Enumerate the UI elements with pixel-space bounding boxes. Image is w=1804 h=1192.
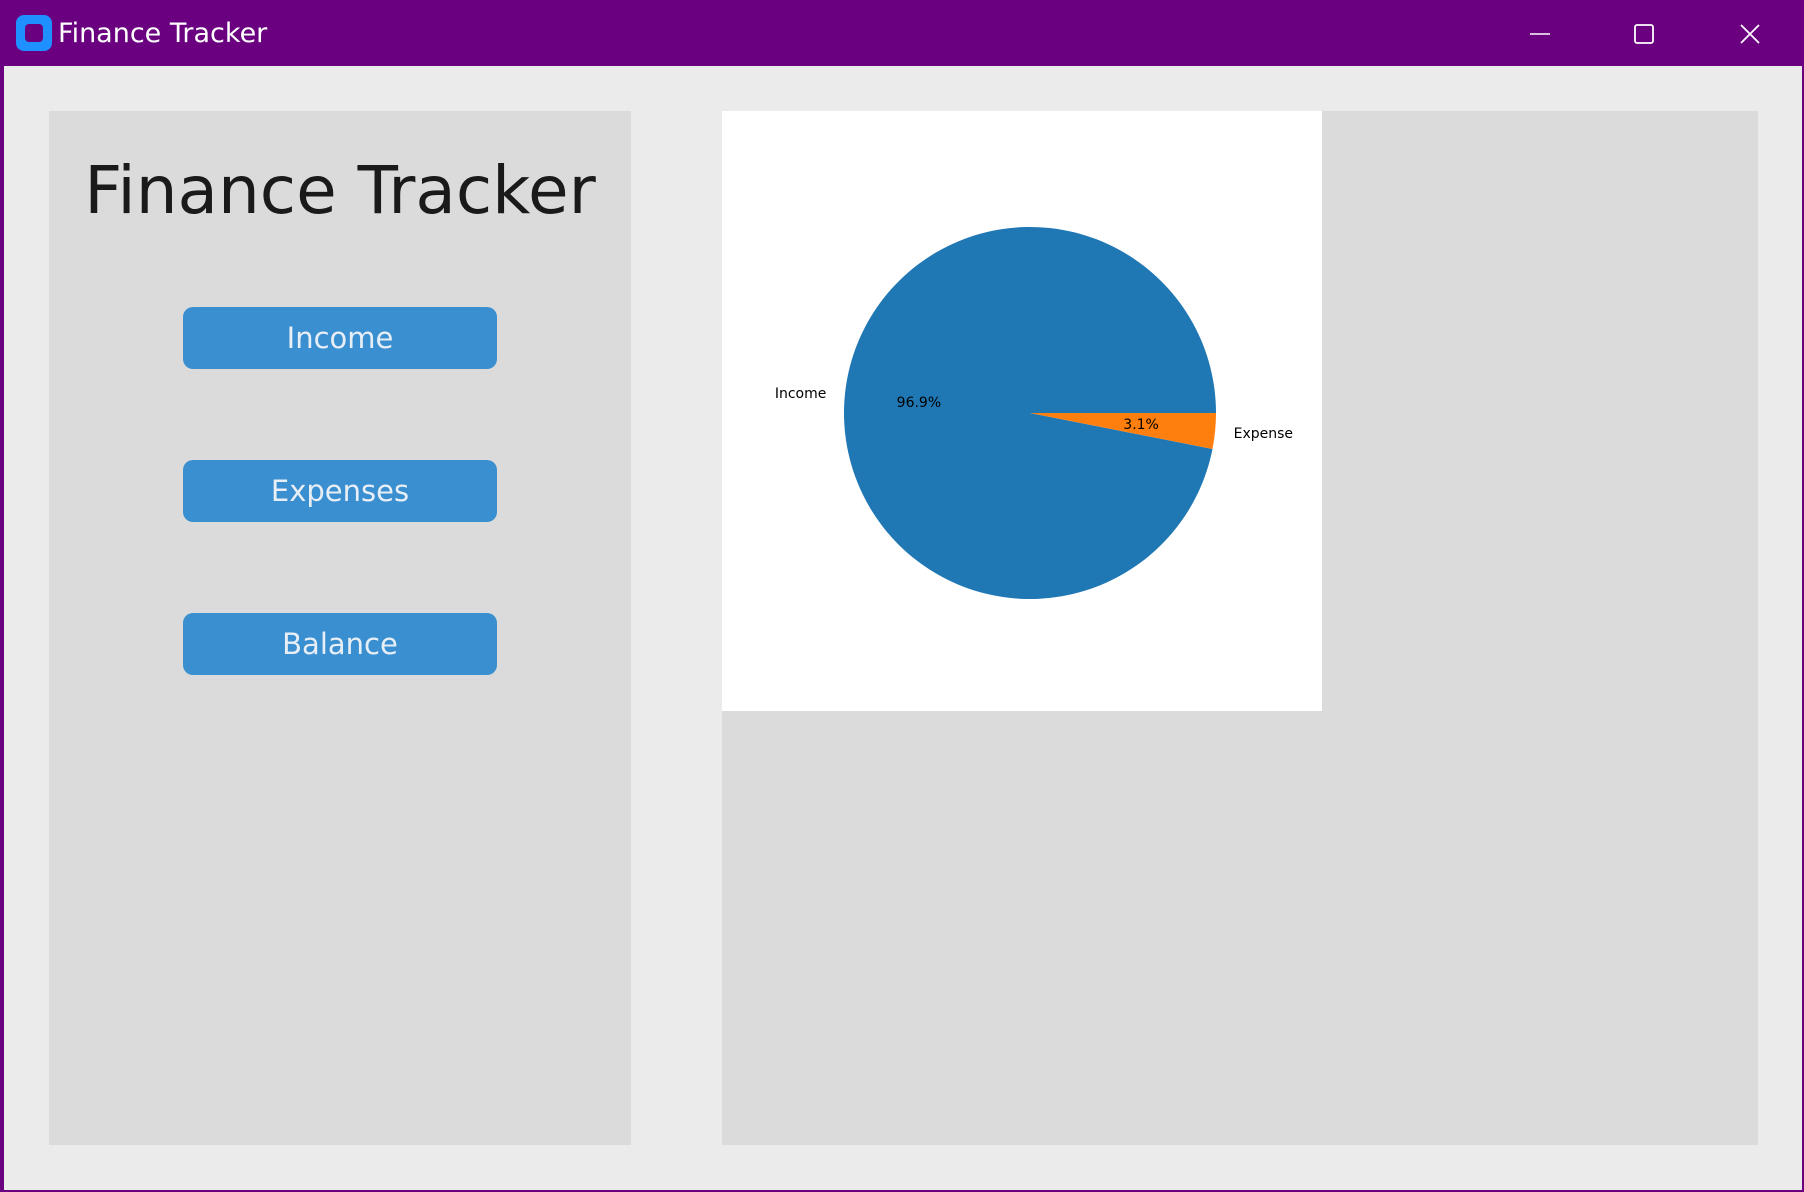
pie-chart-canvas: 96.9% Income 3.1% Expense	[722, 111, 1322, 711]
close-icon	[1739, 23, 1761, 45]
pie-pct-label-income: 96.9%	[897, 395, 941, 411]
maximize-button[interactable]	[1594, 2, 1694, 66]
minimize-icon	[1529, 23, 1551, 45]
expenses-button[interactable]: Expenses	[183, 460, 497, 522]
app-logo-icon	[16, 15, 52, 51]
app-heading: Finance Tracker	[84, 152, 596, 229]
client-area: Finance Tracker Income Expenses Balance …	[4, 66, 1802, 1190]
pie-category-label-income: Income	[775, 386, 827, 402]
app-window: Finance Tracker Finance Tracker Income E…	[0, 0, 1804, 1192]
income-button[interactable]: Income	[183, 307, 497, 369]
pie-chart: 96.9% Income 3.1% Expense	[775, 227, 1293, 599]
close-button[interactable]	[1700, 2, 1800, 66]
window-title: Finance Tracker	[58, 18, 268, 49]
balance-button[interactable]: Balance	[183, 613, 497, 675]
minimize-button[interactable]	[1490, 2, 1590, 66]
content-panel: 96.9% Income 3.1% Expense	[722, 111, 1758, 1145]
sidebar-panel: Finance Tracker Income Expenses Balance	[49, 111, 631, 1145]
pie-pct-label-expense: 3.1%	[1123, 417, 1159, 433]
pie-category-label-expense: Expense	[1234, 426, 1293, 442]
title-bar[interactable]: Finance Tracker	[2, 2, 1802, 66]
maximize-icon	[1633, 23, 1655, 45]
